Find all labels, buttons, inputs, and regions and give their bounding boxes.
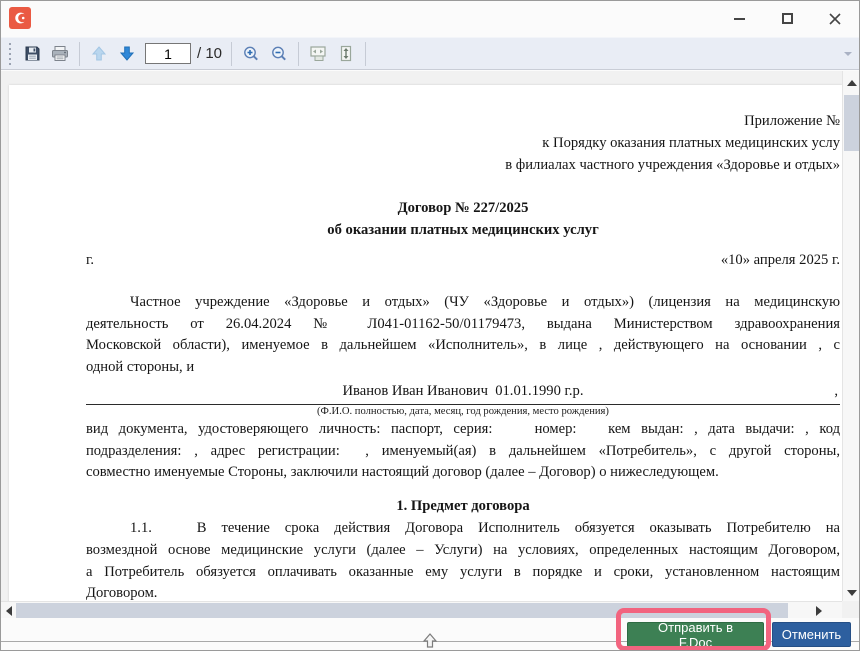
horizontal-scrollbar[interactable] bbox=[1, 601, 842, 618]
doc-header-line: к Порядку оказания платных медицинских у… bbox=[86, 133, 840, 155]
doc-header-line: в филиалах частного учреждения «Здоровье… bbox=[86, 155, 840, 177]
page-total-label: / 10 bbox=[197, 45, 222, 62]
scroll-down-arrow[interactable] bbox=[843, 585, 859, 601]
close-icon bbox=[829, 13, 841, 25]
paragraph-line: Частное учреждение «Здоровье и отдых» (Ч… bbox=[86, 292, 840, 314]
patient-name-block: Иванов Иван Иванович 01.01.1990 г.р. , (… bbox=[86, 381, 840, 419]
titlebar bbox=[1, 1, 859, 36]
print-icon bbox=[51, 45, 69, 62]
save-icon bbox=[24, 45, 41, 62]
next-page-button[interactable] bbox=[113, 41, 141, 67]
toolbar-grip[interactable] bbox=[7, 43, 12, 65]
app-logo-icon bbox=[9, 7, 31, 29]
print-button[interactable] bbox=[46, 41, 74, 67]
contract-subtitle: об оказании платных медицинских услуг bbox=[86, 220, 840, 242]
triangle-right-icon bbox=[816, 606, 822, 616]
triangle-down-icon bbox=[847, 590, 857, 596]
cancel-button[interactable]: Отменить bbox=[772, 622, 851, 647]
paragraph-line: а Потребитель обязуется оплачивать оказа… bbox=[86, 562, 840, 584]
section-1-title: 1. Предмет договора bbox=[86, 496, 840, 518]
toolbar-separator bbox=[365, 42, 366, 66]
clause-1-1-paragraph: 1.1. В течение срока действия Договора И… bbox=[86, 518, 840, 605]
splitter-handle[interactable] bbox=[422, 633, 438, 651]
maximize-icon bbox=[782, 13, 793, 24]
party-paragraph: Частное учреждение «Здоровье и отдых» (Ч… bbox=[86, 292, 840, 379]
triangle-up-icon bbox=[847, 80, 857, 86]
up-arrow-outline-icon bbox=[422, 633, 438, 649]
fit-page-button[interactable] bbox=[332, 41, 360, 67]
document-page: Приложение № к Порядку оказания платных … bbox=[9, 85, 842, 618]
page-down-arrow-icon bbox=[119, 45, 135, 62]
page-number-input[interactable] bbox=[145, 43, 191, 64]
paragraph-line: возмездной основе медицинские услуги (да… bbox=[86, 540, 840, 562]
document-viewport: Приложение № к Порядку оказания платных … bbox=[1, 71, 859, 618]
paragraph-line: 1.1. В течение срока действия Договора И… bbox=[86, 518, 840, 540]
scroll-right-arrow[interactable] bbox=[811, 602, 826, 618]
scroll-up-arrow[interactable] bbox=[843, 75, 859, 91]
vertical-scrollbar[interactable] bbox=[842, 71, 859, 601]
dialog-footer: Отправить в F.Doc Отменить bbox=[1, 618, 859, 650]
window-controls bbox=[715, 1, 859, 36]
contract-title: Договор № 227/2025 bbox=[86, 198, 840, 220]
paragraph-line: одной стороны, и bbox=[86, 357, 840, 379]
previous-page-button[interactable] bbox=[85, 41, 113, 67]
fit-width-button[interactable] bbox=[304, 41, 332, 67]
page-up-arrow-icon bbox=[91, 45, 107, 62]
paragraph-line: деятельность от 26.04.2024 № Л041-01162-… bbox=[86, 314, 840, 336]
date-label: «10» апреля 2025 г. bbox=[721, 250, 840, 272]
patient-name-value: Иванов Иван Иванович 01.01.1990 г.р. bbox=[343, 383, 584, 399]
scrollbar-corner bbox=[842, 601, 859, 618]
maximize-button[interactable] bbox=[763, 1, 811, 36]
fit-width-icon bbox=[309, 45, 327, 62]
toolbar-separator bbox=[79, 42, 80, 66]
zoom-out-button[interactable] bbox=[265, 41, 293, 67]
horizontal-scrollbar-thumb[interactable] bbox=[16, 603, 788, 618]
city-label: г. bbox=[86, 250, 94, 272]
zoom-out-icon bbox=[270, 45, 288, 63]
paragraph-line: Московской области), именуемое в дальней… bbox=[86, 335, 840, 357]
toolbar-separator bbox=[298, 42, 299, 66]
scroll-left-arrow[interactable] bbox=[1, 602, 16, 618]
triangle-left-icon bbox=[6, 606, 12, 616]
send-to-fdoc-button[interactable]: Отправить в F.Doc bbox=[627, 622, 764, 647]
name-line-comma: , bbox=[834, 381, 838, 403]
document-viewer-window: / 10 bbox=[0, 0, 860, 651]
vertical-scrollbar-thumb[interactable] bbox=[844, 95, 859, 151]
save-button[interactable] bbox=[18, 41, 46, 67]
doc-header-line: Приложение № bbox=[86, 111, 840, 133]
minimize-icon bbox=[734, 18, 745, 20]
paragraph-line: подразделения: , адрес регистрации: , им… bbox=[86, 441, 840, 463]
fit-page-icon bbox=[338, 45, 354, 62]
name-line-caption: (Ф.И.О. полностью, дата, месяц, год рожд… bbox=[86, 405, 840, 419]
toolbar-overflow-button[interactable] bbox=[841, 44, 855, 64]
toolbar-separator bbox=[231, 42, 232, 66]
chevron-down-icon bbox=[844, 52, 852, 56]
crescent-c-glyph bbox=[12, 10, 28, 26]
viewer-toolbar: / 10 bbox=[1, 37, 859, 70]
zoom-in-button[interactable] bbox=[237, 41, 265, 67]
zoom-in-icon bbox=[242, 45, 260, 63]
paragraph-line: совместно именуемые Стороны, заключили н… bbox=[86, 462, 840, 484]
minimize-button[interactable] bbox=[715, 1, 763, 36]
identity-paragraph: вид документа, удостоверяющего личность:… bbox=[86, 419, 840, 484]
paragraph-line: вид документа, удостоверяющего личность:… bbox=[86, 419, 840, 441]
close-button[interactable] bbox=[811, 1, 859, 36]
